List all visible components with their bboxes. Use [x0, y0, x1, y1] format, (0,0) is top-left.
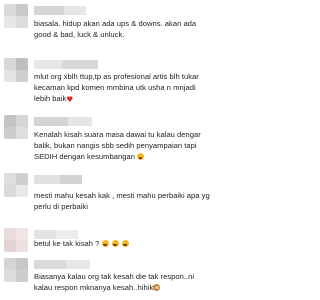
- comment-line-text: SEDIH dengan kesumbangan: [34, 152, 135, 161]
- comment-line: SEDIH dengan kesumbangan: [34, 151, 266, 162]
- username-blur-segment: [34, 117, 68, 126]
- avatar-pixel: [16, 16, 28, 28]
- avatar-pixel: [16, 127, 28, 139]
- comment-line: lebih baik♥: [34, 93, 266, 104]
- comment-line: biasala. hidup akan ada ups & downs. aka…: [34, 19, 197, 28]
- comment-line: kalau respon mknanya kesah..hihik: [34, 282, 266, 293]
- avatar[interactable]: [4, 258, 28, 282]
- avatar-pixel: [16, 173, 28, 185]
- comment-line: balik, bukan nangis sbb sedih penyampaia…: [34, 141, 197, 150]
- avatar-pixel: [4, 270, 16, 282]
- username-redacted[interactable]: [34, 60, 98, 69]
- avatar-pixel: [16, 4, 28, 16]
- username-blur-segment: [60, 175, 82, 184]
- username-redacted[interactable]: [34, 6, 86, 15]
- comment-line: mlut org xblh ttup,tp as profesional art…: [34, 72, 199, 81]
- username-blur-segment: [34, 60, 62, 69]
- avatar-pixel: [16, 58, 28, 70]
- username-blur-segment: [34, 260, 66, 269]
- username-redacted[interactable]: [34, 175, 82, 184]
- avatar[interactable]: [4, 173, 28, 197]
- avatar-pixel: [4, 58, 16, 70]
- avatar-pixel: [16, 240, 28, 252]
- username-blur-segment: [68, 117, 92, 126]
- username-redacted[interactable]: [34, 117, 92, 126]
- comment-text: biasala. hidup akan ada ups & downs. aka…: [34, 18, 266, 40]
- comment-line-text: lebih baik: [34, 94, 67, 103]
- avatar-pixel: [16, 228, 28, 240]
- comment-line: mesti mahu kesah kak , mesti mahu perbai…: [34, 191, 210, 200]
- avatar-pixel: [16, 115, 28, 127]
- avatar[interactable]: [4, 58, 28, 82]
- comment-line: kecaman kpd komen mmbina utk usha n mnja…: [34, 83, 196, 92]
- avatar[interactable]: [4, 115, 28, 139]
- red-heart-icon: ♥: [66, 95, 74, 104]
- comment-text: Kenalah kisah suara masa dawai tu kalau …: [34, 129, 266, 162]
- avatar-pixel: [4, 228, 16, 240]
- avatar-pixel: [16, 270, 28, 282]
- username-blur-segment: [34, 6, 64, 15]
- comment-text: Biasanya kalau org tak kesah die tak res…: [34, 271, 266, 293]
- avatar-pixel: [4, 115, 16, 127]
- username-redacted[interactable]: [34, 260, 90, 269]
- avatar-pixel: [4, 4, 16, 16]
- comment-line: good & bad, luck & unluck.: [34, 30, 125, 39]
- comment-line: Kenalah kisah suara masa dawai tu kalau …: [34, 130, 201, 139]
- avatar-pixel: [16, 70, 28, 82]
- avatar-pixel: [4, 70, 16, 82]
- username-blur-segment: [64, 6, 86, 15]
- avatar-pixel: [16, 185, 28, 197]
- comment-line-text: kalau respon mknanya kesah..hihik: [34, 283, 154, 292]
- avatar-pixel: [16, 258, 28, 270]
- comment-line: betul ke tak kisah ?: [34, 238, 266, 249]
- comment-line: perlu di perbaiki: [34, 202, 88, 211]
- avatar[interactable]: [4, 4, 28, 28]
- comment-list: biasala. hidup akan ada ups & downs. aka…: [0, 0, 271, 300]
- avatar-pixel: [4, 16, 16, 28]
- avatar-pixel: [4, 185, 16, 197]
- comment-text: betul ke tak kisah ?: [34, 238, 266, 249]
- avatar-pixel: [4, 173, 16, 185]
- avatar[interactable]: [4, 228, 28, 252]
- see-no-evil-monkey-icon: [153, 284, 161, 291]
- laughing-face-icon: [101, 240, 109, 247]
- username-blur-segment: [62, 60, 98, 69]
- weary-face-icon: [137, 153, 145, 160]
- username-blur-segment: [34, 175, 60, 184]
- comment-line: Biasanya kalau org tak kesah die tak res…: [34, 272, 195, 281]
- comment-text: mlut org xblh ttup,tp as profesional art…: [34, 71, 266, 104]
- username-blur-segment: [66, 260, 90, 269]
- avatar-pixel: [4, 127, 16, 139]
- comment-text: mesti mahu kesah kak , mesti mahu perbai…: [34, 190, 266, 212]
- laughing-face-icon: [121, 240, 129, 247]
- laughing-face-icon: [111, 240, 119, 247]
- avatar-pixel: [4, 258, 16, 270]
- avatar-pixel: [4, 240, 16, 252]
- comment-line-text: betul ke tak kisah ?: [34, 239, 100, 248]
